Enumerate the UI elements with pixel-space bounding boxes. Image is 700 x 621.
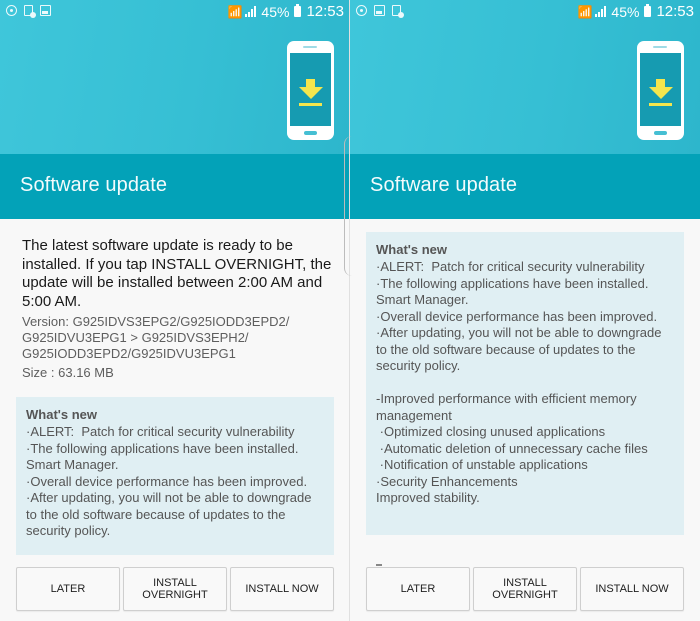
download-arrow-icon — [306, 79, 315, 87]
install-overnight-button[interactable]: INSTALL OVERNIGHT — [473, 567, 577, 611]
download-arrow-head — [649, 87, 673, 99]
hero-banner: 📶 45% 12:53 — [0, 0, 350, 154]
install-now-label: INSTALL NOW — [595, 582, 669, 595]
later-label: LATER — [50, 582, 86, 595]
signal-icon — [595, 6, 607, 17]
screen-divider — [349, 0, 350, 621]
action-buttons: LATER INSTALL OVERNIGHT INSTALL NOW — [16, 567, 334, 611]
image-icon — [374, 5, 385, 16]
signal-icon — [245, 6, 257, 17]
status-bar: 📶 45% 12:53 — [0, 0, 350, 24]
battery-percent: 45% — [261, 3, 290, 20]
update-intro-text: The latest software update is ready to b… — [22, 237, 332, 310]
whats-new-title: What's new — [26, 407, 97, 422]
version-info: Version: G925IDVS3EPG2/G925IODD3EPD2/ G9… — [22, 314, 290, 361]
doc-clock-icon — [392, 5, 404, 18]
update-size: Size : 63.16 MB — [22, 365, 114, 380]
status-bar: 📶 45% 12:53 — [350, 0, 700, 24]
later-label: LATER — [400, 582, 436, 595]
install-overnight-line2: OVERNIGHT — [492, 589, 558, 601]
system-icons: 📶 45% 12:53 — [577, 3, 694, 20]
clock: 12:53 — [656, 3, 694, 20]
whats-new-text: ·ALERT: Patch for critical security vuln… — [376, 259, 662, 505]
update-content[interactable]: The latest software update is ready to b… — [0, 219, 350, 621]
phone-home-button — [654, 131, 667, 135]
install-now-button[interactable]: INSTALL NOW — [580, 567, 684, 611]
install-overnight-button[interactable]: INSTALL OVERNIGHT — [123, 567, 227, 611]
clock: 12:53 — [306, 3, 344, 20]
download-arrow-head — [299, 87, 323, 99]
whats-new-panel: What's new ·ALERT: Patch for critical se… — [16, 397, 334, 555]
phone-speaker — [653, 46, 667, 48]
phone-speaker — [303, 46, 317, 48]
target-icon — [356, 5, 367, 16]
target-icon — [6, 5, 17, 16]
phone-display — [290, 53, 331, 126]
battery-icon — [294, 4, 302, 17]
page-title: Software update — [20, 174, 168, 196]
install-overnight-line2: OVERNIGHT — [142, 589, 208, 601]
download-arrow-base — [299, 103, 322, 106]
download-arrow-base — [649, 103, 672, 106]
wifi-icon: 📶 — [227, 4, 243, 19]
battery-icon — [644, 4, 652, 17]
install-overnight-label: INSTALL OVERNIGHT — [492, 577, 557, 602]
page-title: Software update — [370, 174, 518, 196]
screen-update-scrolled: 📶 45% 12:53 Software update What's new ·… — [350, 0, 700, 621]
install-now-button[interactable]: INSTALL NOW — [230, 567, 334, 611]
install-overnight-label: INSTALL OVERNIGHT — [142, 577, 207, 602]
later-button[interactable]: LATER — [366, 567, 470, 611]
image-icon — [40, 5, 51, 16]
system-icons: 📶 45% 12:53 — [227, 3, 344, 20]
phone-download-icon — [287, 41, 334, 140]
install-now-label: INSTALL NOW — [245, 582, 319, 595]
wifi-icon: 📶 — [577, 4, 593, 19]
screen-update-details: 📶 45% 12:53 Software update The latest s… — [0, 0, 350, 621]
title-bar: Software update — [350, 154, 700, 219]
edge-panel-handle[interactable] — [344, 136, 352, 276]
notification-icons — [6, 5, 51, 18]
notification-icons — [356, 5, 404, 18]
later-button[interactable]: LATER — [16, 567, 120, 611]
doc-clock-icon — [24, 5, 36, 18]
install-overnight-line1: INSTALL — [153, 576, 197, 589]
update-content[interactable]: What's new ·ALERT: Patch for critical se… — [350, 219, 700, 621]
whats-new-title: What's new — [376, 242, 447, 257]
whats-new-text: ·ALERT: Patch for critical security vuln… — [26, 424, 312, 538]
install-overnight-line1: INSTALL — [503, 576, 547, 589]
battery-percent: 45% — [611, 3, 640, 20]
scrolled-text-fragment — [376, 553, 416, 584]
hero-banner: 📶 45% 12:53 — [350, 0, 700, 154]
phone-display — [640, 53, 681, 126]
title-bar: Software update — [0, 154, 350, 219]
download-arrow-icon — [656, 79, 665, 87]
whats-new-panel: What's new ·ALERT: Patch for critical se… — [366, 232, 684, 535]
action-buttons: LATER INSTALL OVERNIGHT INSTALL NOW — [366, 567, 684, 611]
phone-download-icon — [637, 41, 684, 140]
phone-home-button — [304, 131, 317, 135]
